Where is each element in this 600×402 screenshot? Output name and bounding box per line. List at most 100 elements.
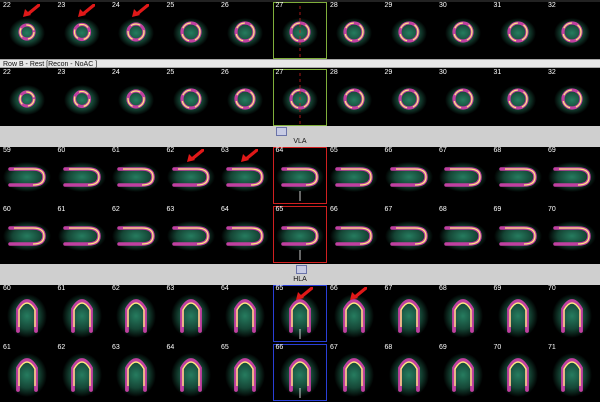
slice-sa-rest-2[interactable]: 24 [109,69,164,126]
slice-hla-rest-6[interactable]: 67 [327,344,382,401]
slice-sa-stress-3[interactable]: 25 [164,2,219,59]
slice-hla-stress-8[interactable]: 68 [436,285,491,342]
slice-sa-rest-5[interactable]: 27 [272,69,327,126]
slice-image [281,6,318,58]
slice-number: 67 [330,344,338,351]
slice-number: 25 [166,69,175,76]
slice-hla-rest-10[interactable]: 71 [545,344,600,401]
stress-vla-row: 59 60 61 62 63 64 65 66 67 68 69 [0,147,600,204]
slice-number: 61 [3,344,11,351]
slice-vla-stress-7[interactable]: 66 [382,147,437,204]
rest-vla-row: 60 61 62 63 64 65 66 67 68 69 70 [0,206,600,263]
slice-hla-stress-2[interactable]: 62 [109,285,164,342]
rest-hla-row: 61 62 63 64 65 66 67 68 69 70 71 [0,344,600,401]
slice-hla-stress-3[interactable]: 63 [164,285,219,342]
slice-hla-stress-9[interactable]: 69 [491,285,546,342]
vla-title: VLA [293,138,307,145]
slice-number: 26 [221,69,229,76]
vla-panel: 59 60 61 62 63 64 65 66 67 68 69 60 61 62 63 64 65 66 67 6… [0,147,600,264]
slice-hla-stress-7[interactable]: 67 [382,285,437,342]
slice-vla-stress-2[interactable]: 61 [109,147,164,204]
slice-number: 29 [384,2,393,9]
hla-section-header: HLA [0,264,600,285]
slice-number: 29 [384,69,393,76]
slice-image [554,18,590,48]
slice-image [227,18,263,48]
slice-hla-rest-8[interactable]: 69 [436,344,491,401]
slice-vla-rest-0[interactable]: 60 [0,206,55,263]
slice-number: 25 [166,2,175,9]
slice-hla-rest-7[interactable]: 68 [382,344,437,401]
slice-sa-rest-9[interactable]: 31 [491,69,546,126]
slice-sa-stress-6[interactable]: 28 [327,2,382,59]
slice-vla-rest-8[interactable]: 68 [436,206,491,263]
slice-vla-rest-3[interactable]: 63 [164,206,219,263]
slice-hla-rest-5[interactable]: 66 [272,344,327,401]
slice-hla-stress-10[interactable]: 70 [545,285,600,342]
slice-sa-stress-10[interactable]: 32 [545,2,600,59]
slice-number: 63 [166,206,175,213]
slice-number: 22 [3,2,11,9]
slice-vla-stress-0[interactable]: 59 [0,147,55,204]
slice-sa-rest-4[interactable]: 26 [218,69,273,126]
slice-number: 64 [166,344,175,351]
slice-sa-stress-9[interactable]: 31 [491,2,546,59]
slice-vla-stress-6[interactable]: 65 [327,147,382,204]
slice-image [275,162,324,201]
slice-image [227,85,263,115]
slice-number: 70 [548,285,556,292]
slice-vla-rest-9[interactable]: 69 [491,206,546,263]
slice-hla-rest-2[interactable]: 63 [109,344,164,401]
slice-vla-rest-7[interactable]: 67 [382,206,437,263]
slice-sa-rest-7[interactable]: 29 [382,69,437,126]
slice-number: 31 [493,69,502,76]
slice-sa-rest-6[interactable]: 28 [327,69,382,126]
slice-image [388,294,429,338]
slice-hla-stress-1[interactable]: 61 [55,285,110,342]
slice-sa-stress-5[interactable]: 27 [272,2,327,59]
slice-vla-rest-10[interactable]: 70 [545,206,600,263]
slice-hla-rest-3[interactable]: 64 [164,344,219,401]
slice-vla-rest-1[interactable]: 61 [55,206,110,263]
slice-number: 69 [439,344,447,351]
slice-number: 63 [112,344,120,351]
slice-sa-rest-8[interactable]: 30 [436,69,491,126]
slice-sa-rest-0[interactable]: 22 [0,69,55,126]
hla-panel: 60 61 62 63 64 65 66 67 68 69 70 61 62 63 64 65 66 67 68 6… [0,285,600,402]
slice-hla-stress-0[interactable]: 60 [0,285,55,342]
slice-image [225,353,265,397]
hla-scroll-handle[interactable] [296,265,307,274]
slice-vla-rest-2[interactable]: 62 [109,206,164,263]
slice-hla-rest-0[interactable]: 61 [0,344,55,401]
slice-number: 71 [548,344,556,351]
slice-vla-rest-5[interactable]: 65 [272,206,327,263]
slice-vla-rest-6[interactable]: 66 [327,206,382,263]
slice-vla-stress-8[interactable]: 67 [436,147,491,204]
slice-vla-stress-5[interactable]: 64 [272,147,327,204]
slice-vla-stress-10[interactable]: 69 [545,147,600,204]
slice-image [61,353,102,397]
slice-image [548,162,596,192]
slice-sa-rest-1[interactable]: 23 [55,69,110,126]
slice-image [548,221,596,251]
slice-sa-rest-3[interactable]: 25 [164,69,219,126]
slice-hla-rest-9[interactable]: 70 [491,344,546,401]
slice-vla-stress-1[interactable]: 60 [55,147,110,204]
slice-hla-stress-4[interactable]: 64 [218,285,273,342]
slice-sa-stress-7[interactable]: 29 [382,2,437,59]
slice-image [499,85,536,115]
slice-number: 66 [275,344,284,351]
slice-image [116,353,156,397]
vla-scroll-handle[interactable] [276,127,287,136]
slice-image [61,294,102,338]
slice-sa-stress-8[interactable]: 30 [436,2,491,59]
slice-image [172,85,209,115]
slice-sa-stress-4[interactable]: 26 [218,2,273,59]
slice-hla-rest-4[interactable]: 65 [218,344,273,401]
slice-hla-rest-1[interactable]: 62 [55,344,110,401]
slice-vla-stress-9[interactable]: 68 [491,147,546,204]
slice-sa-rest-10[interactable]: 32 [545,69,600,126]
slice-image [9,85,45,115]
slice-vla-rest-4[interactable]: 64 [218,206,273,263]
slice-image [336,18,372,48]
